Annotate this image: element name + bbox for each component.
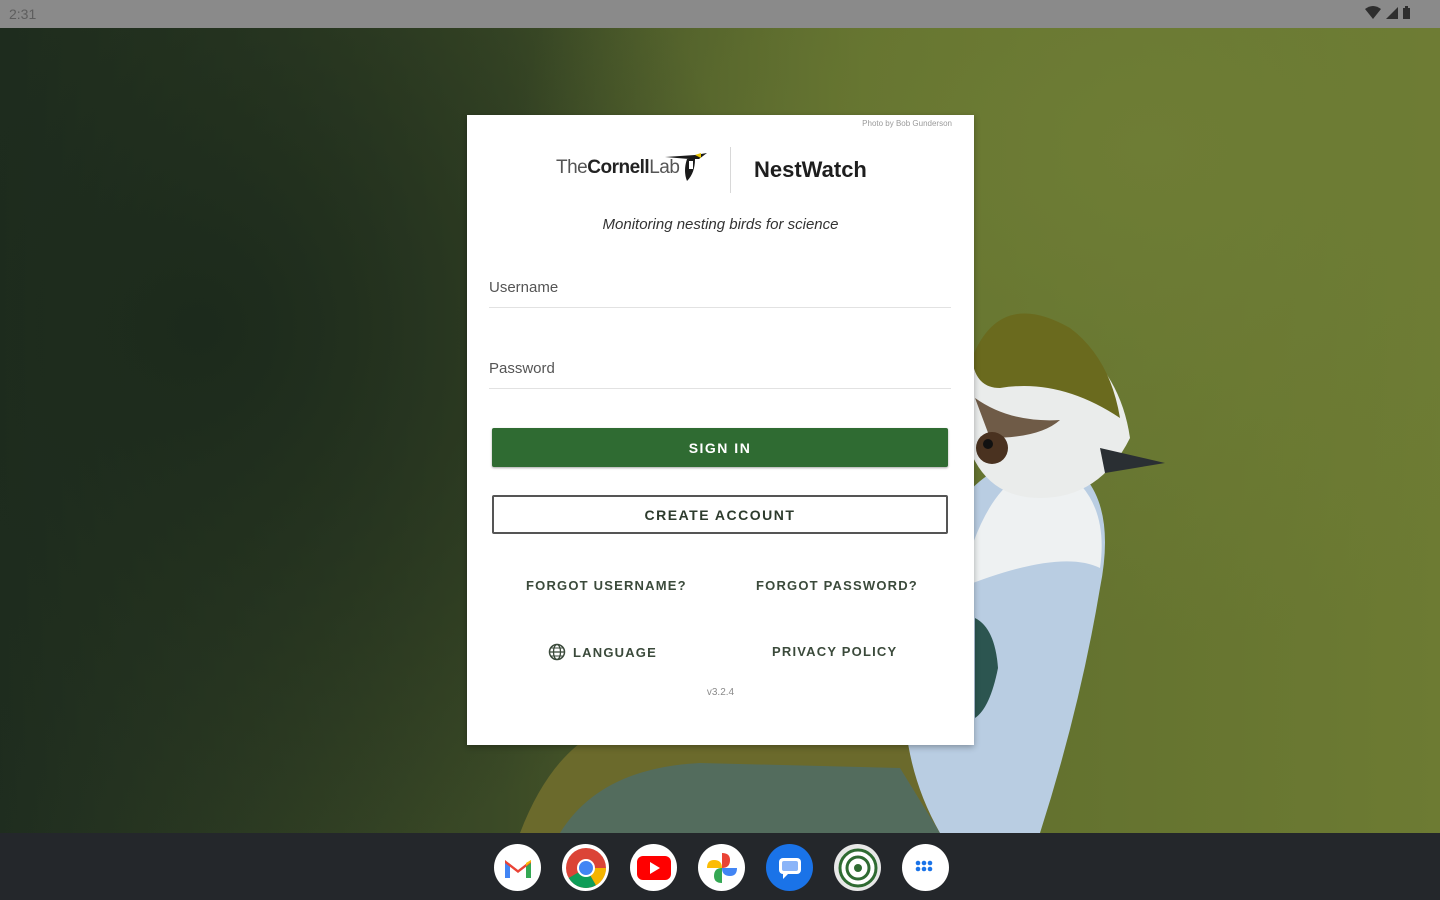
photos-icon[interactable] bbox=[698, 844, 745, 891]
logo-the: The bbox=[556, 157, 588, 178]
status-icons bbox=[1365, 6, 1410, 19]
youtube-icon[interactable] bbox=[630, 844, 677, 891]
login-card: Photo by Bob Gunderson TheCornellLab Nes… bbox=[467, 115, 974, 745]
privacy-policy-link[interactable]: PRIVACY POLICY bbox=[772, 644, 897, 659]
forgot-password-link[interactable]: FORGOT PASSWORD? bbox=[756, 578, 918, 593]
gmail-icon[interactable] bbox=[494, 844, 541, 891]
status-bar: 2:31 bbox=[0, 0, 1440, 28]
nestwatch-logo: NestWatch bbox=[754, 157, 867, 182]
tagline: Monitoring nesting birds for science bbox=[602, 216, 839, 233]
language-label: LANGUAGE bbox=[573, 644, 657, 660]
username-field[interactable] bbox=[489, 267, 951, 308]
chrome-icon[interactable] bbox=[562, 844, 609, 891]
version-label: v3.2.4 bbox=[706, 687, 735, 698]
signal-icon bbox=[1386, 6, 1398, 19]
wifi-icon bbox=[1365, 6, 1381, 19]
cornell-bird-icon bbox=[665, 153, 707, 181]
photo-credit: Photo by Bob Gunderson bbox=[862, 119, 952, 128]
create-account-button[interactable]: CREATE ACCOUNT bbox=[492, 495, 948, 534]
battery-icon bbox=[1403, 6, 1410, 19]
sign-in-button[interactable]: SIGN IN bbox=[492, 428, 948, 467]
status-time: 2:31 bbox=[9, 6, 37, 22]
forgot-username-label: FORGOT USERNAME? bbox=[526, 578, 687, 593]
username-input[interactable] bbox=[489, 267, 951, 307]
language-button[interactable]: LANGUAGE bbox=[548, 643, 657, 661]
logo-header: TheCornellLab NestWatch bbox=[467, 145, 974, 197]
forgot-password-label: FORGOT PASSWORD? bbox=[756, 578, 918, 593]
forgot-username-link[interactable]: FORGOT USERNAME? bbox=[526, 578, 687, 593]
dock-apps bbox=[494, 844, 949, 891]
password-field[interactable] bbox=[489, 348, 951, 389]
app-drawer-icon[interactable] bbox=[902, 844, 949, 891]
globe-icon bbox=[548, 643, 566, 661]
logo-cornell: Cornell bbox=[587, 157, 650, 178]
cornell-lab-logo: TheCornellLab bbox=[556, 157, 680, 179]
privacy-policy-label: PRIVACY POLICY bbox=[772, 644, 898, 659]
logo-divider bbox=[730, 147, 731, 193]
password-input[interactable] bbox=[489, 348, 951, 388]
taskbar bbox=[0, 833, 1440, 900]
messages-icon[interactable] bbox=[766, 844, 813, 891]
nestwatch-icon[interactable] bbox=[834, 844, 881, 891]
